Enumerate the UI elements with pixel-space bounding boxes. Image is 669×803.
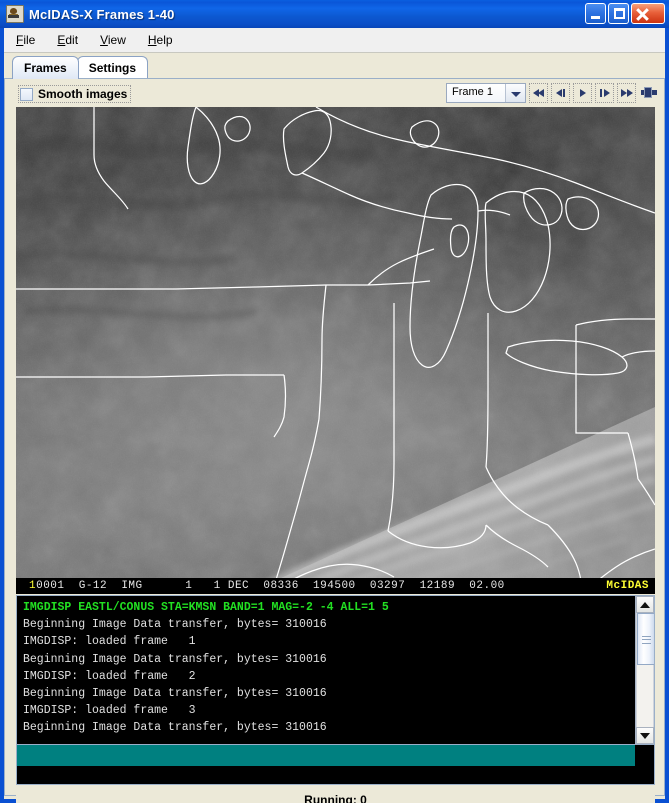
menu-bar: File Edit View Help	[4, 28, 665, 53]
minimize-button[interactable]	[585, 3, 606, 24]
console-line: Beginning Image Data transfer, bytes= 31…	[23, 618, 327, 632]
scroll-down-button[interactable]	[636, 727, 654, 744]
title-bar[interactable]: McIDAS-X Frames 1-40	[0, 0, 669, 28]
mcidas-brand-label: McIDAS	[606, 580, 649, 592]
console-line: IMGDISP: loaded frame 3	[23, 704, 196, 718]
console-line: IMGDISP: loaded frame 1	[23, 635, 196, 649]
menu-file[interactable]: File	[6, 31, 45, 49]
scrollbar-grip-icon	[642, 636, 651, 644]
checkbox-box-icon	[20, 87, 33, 101]
step-forward-icon	[604, 89, 610, 97]
tab-settings[interactable]: Settings	[76, 56, 149, 79]
console-scrollbar[interactable]	[635, 596, 655, 744]
skip-backward-icon-2	[538, 89, 544, 97]
step-backward-bar-icon	[563, 89, 565, 97]
window-controls	[585, 3, 665, 24]
console-output[interactable]: IMGDISP EASTL/CONUS STA=KMSN BAND=1 MAG=…	[17, 596, 635, 744]
minimize-icon	[591, 16, 600, 19]
scroll-up-button[interactable]	[636, 596, 654, 613]
satellite-image-display[interactable]: 1 0001 G-12 IMG 1 1 DEC 08336 194500 032…	[16, 107, 655, 594]
step-forward-bar-icon	[600, 89, 602, 97]
previous-frame-button[interactable]	[551, 83, 570, 103]
frames-panel: Smooth images Frame 1 1 0001 G-12 IMG 1 …	[4, 78, 665, 803]
console-panel: IMGDISP EASTL/CONUS STA=KMSN BAND=1 MAG=…	[16, 595, 655, 745]
console-line: Beginning Image Data transfer, bytes= 31…	[23, 652, 327, 666]
menu-view[interactable]: View	[90, 31, 136, 49]
java-coffee-icon	[6, 5, 24, 23]
smooth-images-checkbox[interactable]: Smooth images	[18, 85, 132, 103]
running-count-label: Running: 0	[304, 793, 367, 803]
first-frame-button[interactable]	[529, 83, 548, 103]
console-bottom-strip	[16, 766, 655, 785]
last-frame-button[interactable]	[617, 83, 636, 103]
console-line: IMGDISP EASTL/CONUS STA=KMSN BAND=1 MAG=…	[23, 601, 389, 614]
console-input-bar[interactable]	[16, 745, 635, 766]
scrollbar-track[interactable]	[636, 613, 655, 727]
step-backward-icon	[556, 89, 562, 97]
window-title: McIDAS-X Frames 1-40	[29, 6, 175, 22]
tab-strip: Frames Settings	[4, 53, 665, 79]
frame-selector[interactable]: Frame 1	[446, 83, 526, 103]
menu-label-rest: dit	[65, 33, 79, 47]
scroll-down-icon	[640, 732, 650, 739]
scrollbar-thumb[interactable]	[637, 613, 655, 665]
loop-toggle-button[interactable]	[640, 84, 658, 102]
tab-frames[interactable]: Frames	[12, 56, 79, 79]
application-window: McIDAS-X Frames 1-40 File Edit View Help…	[0, 0, 669, 803]
menu-help[interactable]: Help	[138, 31, 183, 49]
menu-mnemonic: V	[100, 33, 108, 47]
console-line: Beginning Image Data transfer, bytes= 31…	[23, 721, 327, 735]
menu-label-rest: elp	[156, 33, 173, 47]
menu-label-rest: ile	[23, 33, 36, 47]
status-bar: Running: 0	[16, 789, 655, 803]
skip-forward-icon-2	[627, 89, 633, 97]
menu-edit[interactable]: Edit	[47, 31, 88, 49]
frames-toolbar: Smooth images Frame 1	[9, 83, 660, 105]
maximize-button[interactable]	[608, 3, 629, 24]
image-status-bar: 1 0001 G-12 IMG 1 1 DEC 08336 194500 032…	[16, 578, 655, 594]
image-status-frame-number: 1	[29, 580, 37, 592]
scroll-up-icon	[640, 601, 650, 608]
console-line: Beginning Image Data transfer, bytes= 31…	[23, 687, 327, 701]
frame-controls: Frame 1	[446, 83, 658, 103]
play-button[interactable]	[573, 83, 592, 103]
close-button[interactable]	[631, 3, 665, 24]
menu-mnemonic: H	[147, 33, 157, 47]
menu-label-rest: iew	[107, 33, 126, 47]
next-frame-button[interactable]	[595, 83, 614, 103]
smooth-images-label: Smooth images	[38, 87, 128, 101]
maximize-icon	[614, 8, 625, 19]
console-line: IMGDISP: loaded frame 2	[23, 669, 196, 683]
image-status-text: 0001 G-12 IMG 1 1 DEC 08336 194500 03297…	[36, 580, 505, 592]
frame-selector-value: Frame 1	[447, 84, 505, 102]
satellite-image	[16, 107, 655, 594]
console-lower-filler	[635, 745, 655, 766]
chevron-down-icon[interactable]	[505, 84, 525, 102]
play-icon	[580, 89, 586, 97]
